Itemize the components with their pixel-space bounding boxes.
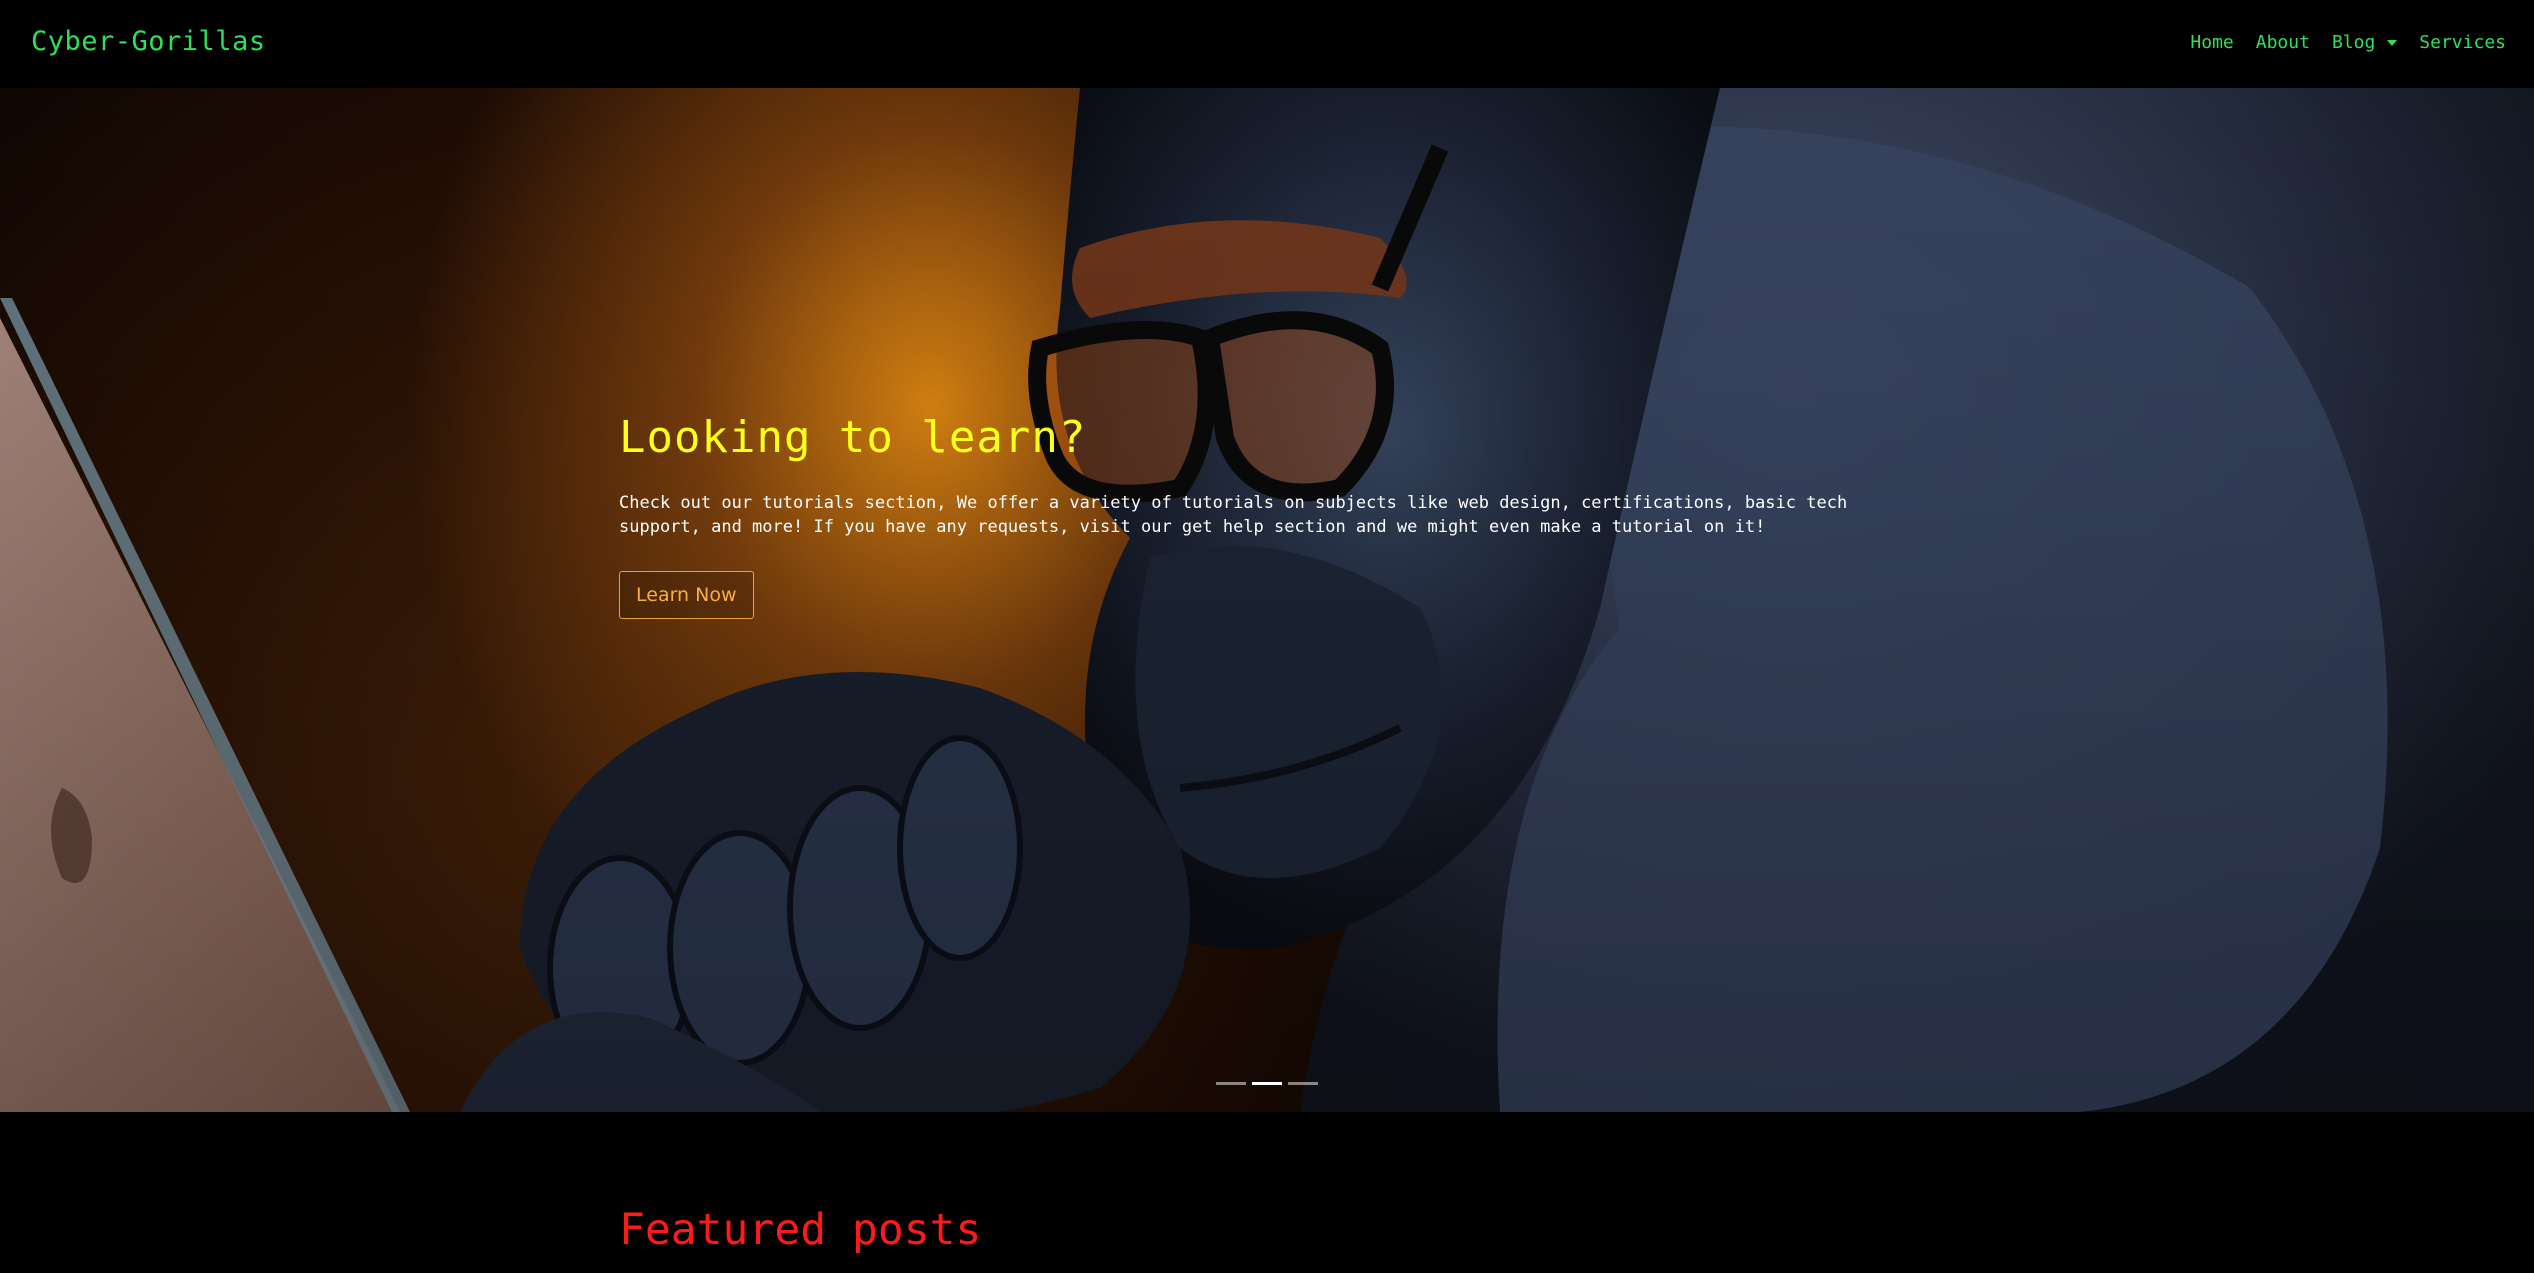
carousel-indicator-3[interactable] [1288, 1082, 1318, 1085]
hero-description: Check out our tutorials section, We offe… [619, 493, 1848, 537]
nav-services[interactable]: Services [2419, 32, 2506, 53]
nav-about[interactable]: About [2256, 32, 2310, 53]
nav-home[interactable]: Home [2190, 32, 2233, 53]
navbar: Cyber-Gorillas Home About Blog Services [0, 0, 2534, 88]
nav-links: Home About Blog Services [2190, 32, 2506, 53]
chevron-down-icon [2387, 40, 2398, 46]
learn-now-button[interactable]: Learn Now [619, 571, 754, 619]
carousel-caption: Looking to learn? Check out our tutorial… [619, 412, 1939, 619]
carousel-indicator-1[interactable] [1216, 1082, 1246, 1085]
carousel-indicators [0, 1082, 2534, 1085]
hero-carousel: Looking to learn? Check out our tutorial… [0, 88, 2534, 1112]
brand-link[interactable]: Cyber-Gorillas [31, 26, 266, 57]
carousel-indicator-2[interactable] [1252, 1082, 1282, 1085]
nav-blog-dropdown[interactable]: Blog [2331, 32, 2398, 53]
nav-blog-label: Blog [2331, 32, 2376, 53]
hero-heading: Looking to learn? [619, 412, 1087, 463]
featured-posts-title: Featured posts [619, 1205, 982, 1255]
